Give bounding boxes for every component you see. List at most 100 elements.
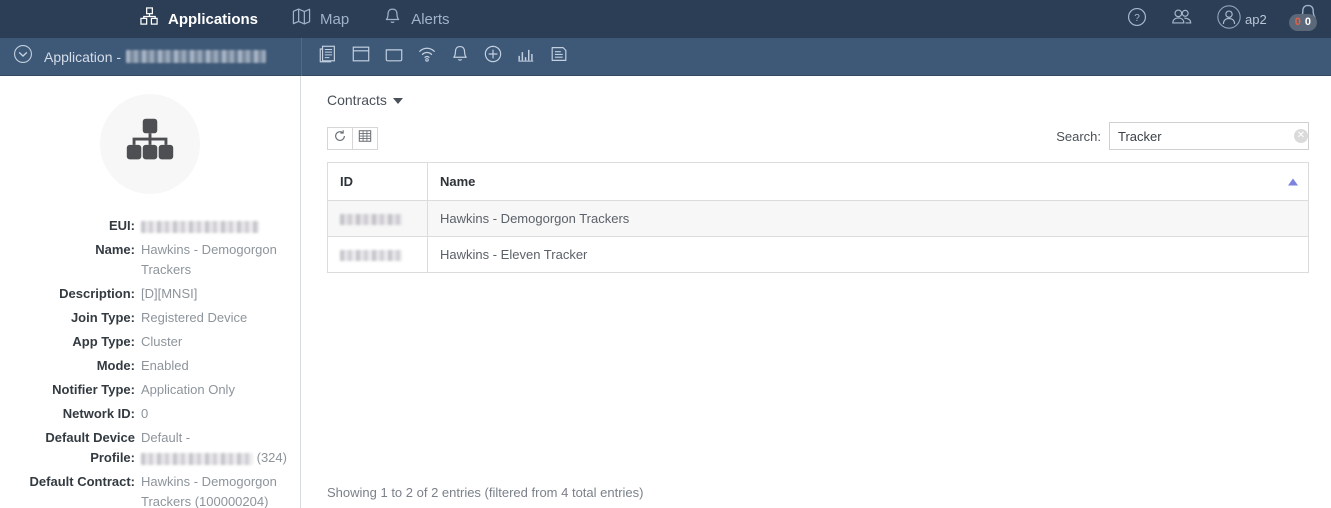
column-chooser-button[interactable] [352,127,378,150]
bell-icon [383,7,402,31]
field-label: EUI: [109,218,135,233]
field-label: Network ID: [62,406,135,421]
field-label: Name: [95,242,135,257]
contracts-section-dropdown[interactable]: Contracts [327,92,403,108]
table-header-row: ID Name [327,162,1309,201]
context-subheader: Application - [0,37,1331,76]
users-icon[interactable] [1170,6,1194,33]
nav-label-map: Map [320,10,350,28]
search-input[interactable] [1118,128,1294,144]
cell-id [327,236,428,273]
user-name-label: ap2 [1245,11,1267,27]
field-value: Hawkins - Demogorgon Trackers (100000204… [141,474,277,508]
chevron-down-circle-icon[interactable] [12,43,34,70]
field-label: Default Device Profile: [45,430,135,465]
table-row[interactable]: Hawkins - Eleven Tracker [327,236,1309,273]
field-app-type: App Type: Cluster [0,332,292,352]
table-body: Hawkins - Demogorgon Trackers Hawkins - … [327,200,1309,273]
field-mode: Mode: Enabled [0,356,292,376]
window-icon[interactable] [351,44,371,69]
column-header-name[interactable]: Name [427,162,1309,201]
cell-id [327,200,428,237]
chevron-down-icon [392,98,403,104]
table-row[interactable]: Hawkins - Demogorgon Trackers [327,200,1309,237]
search-label: Search: [1056,128,1101,144]
table-entries-info: Showing 1 to 2 of 2 entries (filtered fr… [327,485,644,500]
user-account-menu[interactable]: ap2 [1216,4,1267,35]
top-nav-right-actions: ? ap2 0 0 [1126,0,1317,38]
badge-normal-count: 0 [1304,16,1311,28]
field-label: Default Contract: [29,474,135,489]
details-list-icon[interactable] [318,44,338,69]
cell-name: Hawkins - Demogorgon Trackers [427,200,1309,237]
field-label: Notifier Type: [52,382,135,397]
field-value: Application Only [141,382,235,397]
breadcrumb-redacted-value [126,50,267,63]
field-description: Description: [D][MNSI] [0,284,292,304]
field-notifier-type: Notifier Type: Application Only [0,380,292,400]
alert-counts: 0 0 [1288,13,1317,31]
field-value: [D][MNSI] [141,286,198,301]
wifi-signal-icon[interactable] [417,44,437,69]
table-controls: Search: ✕ [327,122,1309,150]
breadcrumb-prefix: Application - [44,48,122,65]
field-label: Description: [59,286,135,301]
refresh-button[interactable] [327,127,353,150]
sort-ascending-icon [1288,178,1298,185]
field-default-device-profile: Default Device Profile: Default - (324) [0,428,292,468]
redacted-value [141,220,259,233]
breadcrumb-text: Application - [44,48,267,65]
primary-nav-items: Applications Map Alerts [140,7,450,31]
nav-item-alerts[interactable]: Alerts [383,7,450,31]
bell-icon[interactable] [450,44,470,69]
nav-item-applications[interactable]: Applications [140,7,258,31]
bar-chart-icon[interactable] [516,44,536,69]
table-header: ID Name [327,162,1309,201]
column-header-id[interactable]: ID [327,162,428,201]
field-network-id: Network ID: 0 [0,404,292,424]
contracts-dropdown-label: Contracts [327,92,387,108]
redacted-id [340,250,402,262]
nav-item-map[interactable]: Map [292,7,349,31]
field-eui: EUI: [0,216,292,236]
redacted-value [141,452,253,465]
sitemap-icon [140,7,159,31]
alert-badge-bell[interactable]: 0 0 [1288,4,1317,31]
help-circle-icon[interactable]: ? [1126,6,1148,33]
clear-circle-icon[interactable]: ✕ [1294,129,1308,143]
application-detail-panel: EUI: Name: Hawkins - Demogorgon Trackers… [0,76,301,508]
nav-label-alerts: Alerts [411,10,450,28]
folder-icon[interactable] [384,44,404,69]
svg-text:?: ? [1134,13,1140,24]
field-value: Default - (324) [141,428,291,468]
field-value-suffix: (324) [256,450,287,465]
user-avatar-icon [1216,4,1242,35]
field-join-type: Join Type: Registered Device [0,308,292,328]
column-chooser-icon [358,129,372,148]
field-value: Registered Device [141,310,248,325]
field-label: App Type: [72,334,135,349]
field-value [141,216,291,236]
table-action-buttons [327,127,378,150]
field-label: Join Type: [70,310,135,325]
column-header-name-label: Name [440,174,476,189]
detail-field-list: EUI: Name: Hawkins - Demogorgon Trackers… [0,216,300,508]
breadcrumb: Application - [0,38,301,76]
field-value: 0 [141,406,149,421]
field-value-text: Default - [141,430,191,445]
field-label: Mode: [96,358,135,373]
plus-circle-icon[interactable] [483,44,503,69]
badge-critical-count: 0 [1294,16,1301,28]
cell-name: Hawkins - Eleven Tracker [427,236,1309,273]
redacted-id [340,214,402,226]
page-body: EUI: Name: Hawkins - Demogorgon Trackers… [0,76,1331,508]
search-area: Search: ✕ [1056,122,1309,150]
field-value: Hawkins - Demogorgon Trackers [141,242,277,277]
field-value: Enabled [141,358,189,373]
search-box[interactable]: ✕ [1109,122,1309,150]
sitemap-hierarchy-icon [121,113,179,176]
field-value: Cluster [141,334,183,349]
context-toolbar [301,37,1331,76]
refresh-icon [333,129,347,148]
document-icon[interactable] [549,44,569,69]
